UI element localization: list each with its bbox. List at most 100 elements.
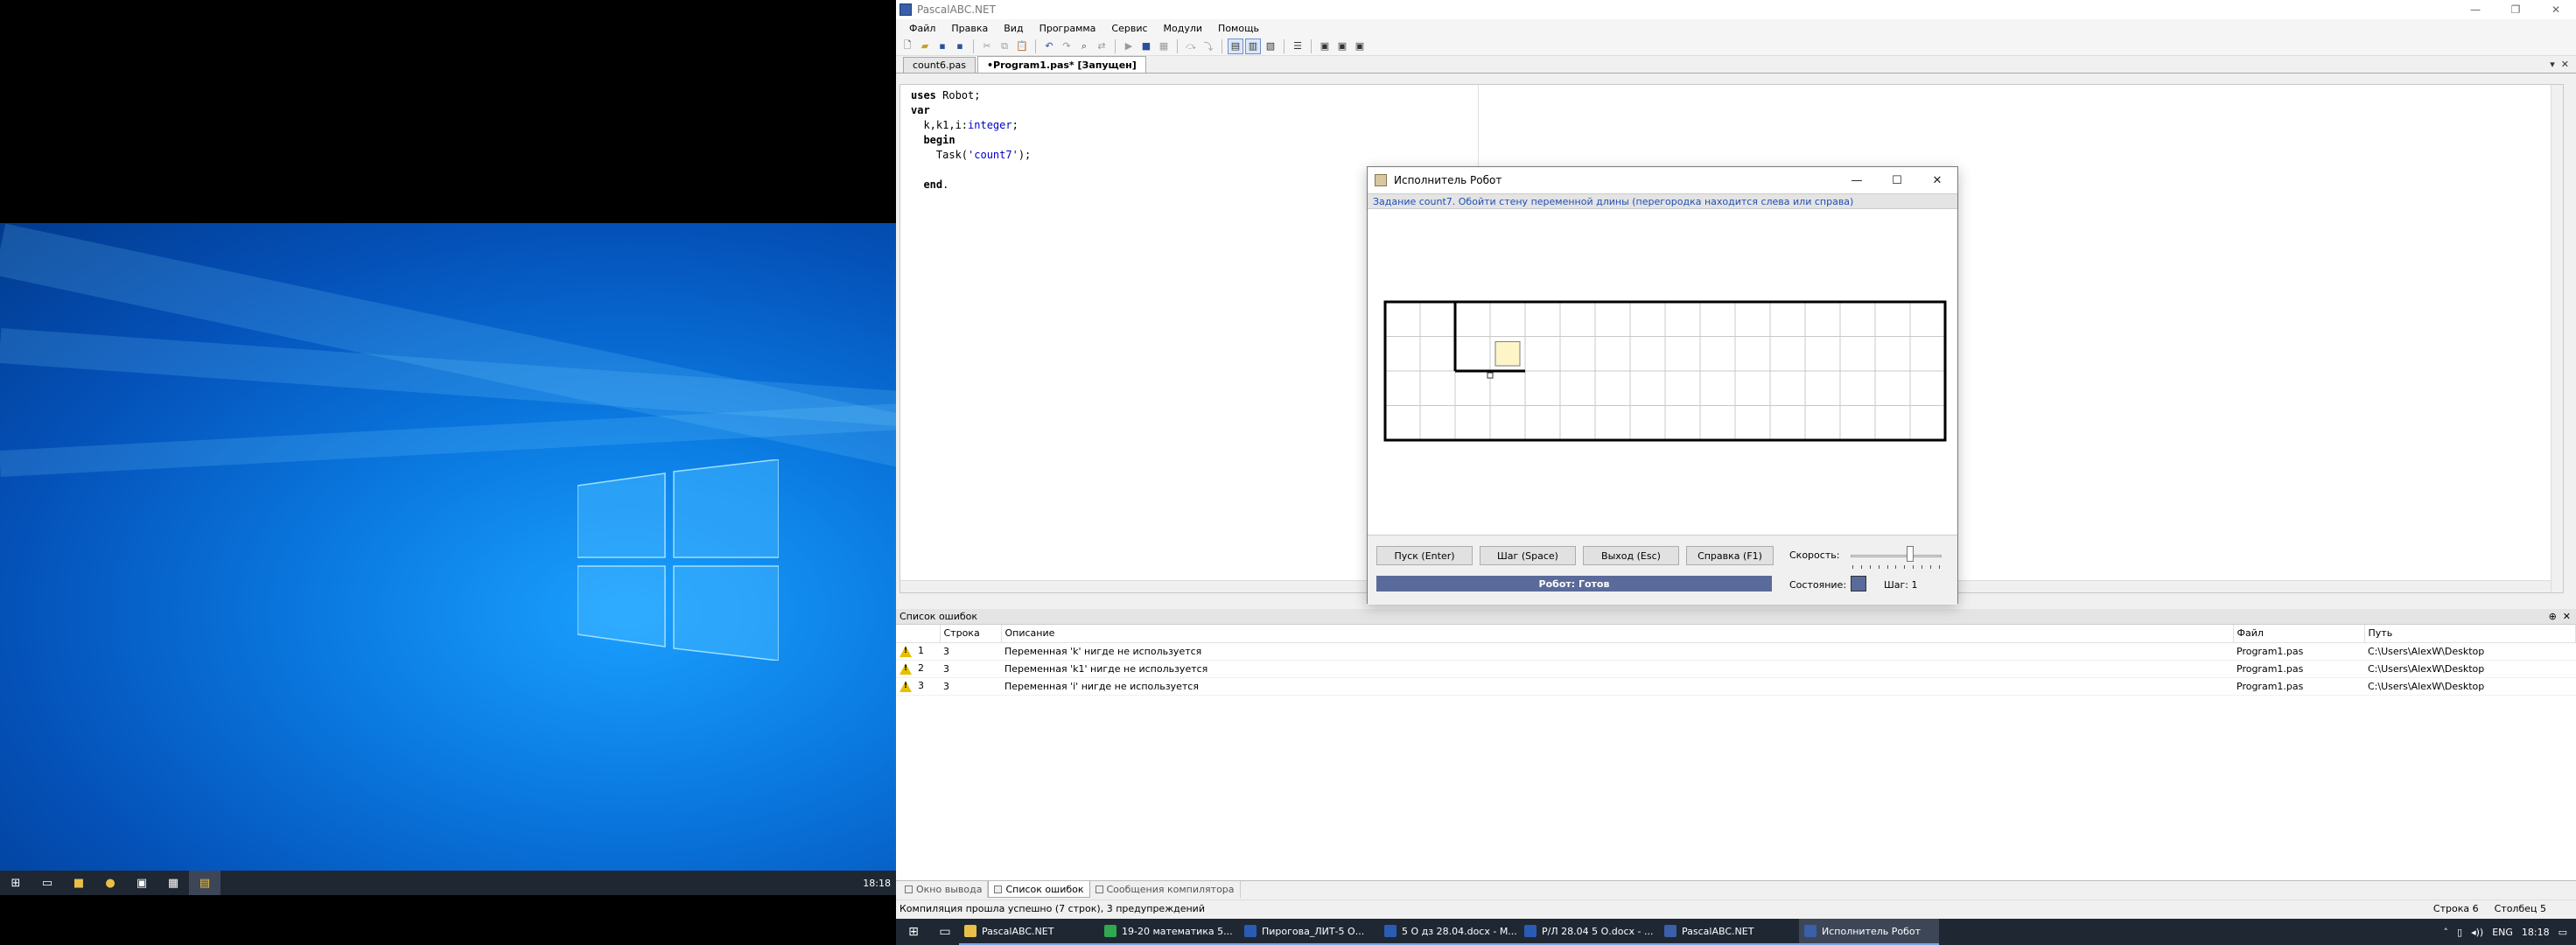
taskbar-item[interactable]: PascalABC.NET	[1659, 919, 1799, 945]
copy-icon[interactable]: ⧉	[997, 38, 1012, 54]
taskbar-app-icon	[1524, 925, 1536, 937]
col-line[interactable]: Строка	[940, 625, 1002, 643]
window-c-icon[interactable]: ▣	[1352, 38, 1368, 54]
tab-output-window[interactable]: Окно вывода	[900, 881, 989, 898]
save-all-icon[interactable]: ▪	[952, 38, 968, 54]
table-row[interactable]: 2 3 Переменная 'k1' нигде не используетс…	[896, 660, 2576, 678]
stop-icon[interactable]: ■	[1138, 38, 1154, 54]
table-row[interactable]: 3 3 Переменная 'i' нигде не используется…	[896, 677, 2576, 696]
taskbar-item[interactable]: Р/Л 28.04 5 О.docx - ...	[1519, 919, 1659, 945]
notifications-icon[interactable]: ▭	[2558, 927, 2567, 938]
taskbar-item-label: PascalABC.NET	[982, 925, 1054, 937]
start-icon[interactable]: ⊞	[0, 871, 32, 895]
menu-edit[interactable]: Правка	[943, 23, 996, 34]
tray-chevron-icon[interactable]: ˄	[2444, 927, 2449, 938]
run-icon[interactable]: ▶	[1121, 38, 1137, 54]
document-tabs: count6.pas •Program1.pas* [Запущен] ▾ ✕	[896, 56, 2576, 74]
table-row[interactable]: 1 3 Переменная 'k' нигде не используется…	[896, 642, 2576, 661]
exit-button[interactable]: Выход (Esc)	[1583, 546, 1679, 565]
step-into-icon[interactable]: ⤵	[1200, 38, 1216, 54]
col-description[interactable]: Описание	[1001, 625, 2234, 643]
col-path[interactable]: Путь	[2364, 625, 2576, 643]
robot-maximize-icon[interactable]: ☐	[1877, 167, 1917, 193]
robot-controls: Пуск (Enter) Шаг (Space) Выход (Esc) Спр…	[1368, 535, 1957, 605]
tab-program1[interactable]: •Program1.pas* [Запущен]	[976, 56, 1146, 73]
window-icon[interactable]: ▣	[126, 871, 158, 895]
volume-icon[interactable]: ◂))	[2471, 927, 2483, 938]
save-icon[interactable]: ▪	[934, 38, 950, 54]
find-icon[interactable]: ⌕	[1076, 38, 1092, 54]
app-icon[interactable]: ▦	[158, 871, 189, 895]
toggle-output-icon[interactable]: ▤	[1228, 38, 1243, 54]
window-b-icon[interactable]: ▣	[1334, 38, 1350, 54]
restore-icon[interactable]: ❐	[2496, 0, 2536, 19]
code-line-5: Task('count7');	[911, 149, 1032, 161]
cut-icon[interactable]: ✂	[979, 38, 995, 54]
paste-icon[interactable]: 📋	[1014, 38, 1030, 54]
close-icon[interactable]: ✕	[2536, 0, 2576, 19]
code-line-7: end.	[923, 178, 949, 191]
status-col: Столбец 5	[2494, 903, 2546, 914]
speed-slider[interactable]	[1851, 555, 1942, 557]
code-line-2: var	[911, 104, 930, 116]
robot-close-icon[interactable]: ✕	[1917, 167, 1957, 193]
code-line-1: uses Robot;	[911, 89, 981, 102]
robot-title: Исполнитель Робот	[1394, 174, 1502, 186]
new-file-icon[interactable]: 🗋	[900, 38, 915, 54]
menu-service[interactable]: Сервис	[1103, 23, 1155, 34]
tab-error-list[interactable]: Список ошибок	[988, 881, 1090, 898]
tab-menu-icon[interactable]: ▾ ✕	[2550, 59, 2569, 70]
warning-icon	[900, 680, 912, 692]
pascal-icon[interactable]: ▤	[189, 871, 220, 895]
open-file-icon[interactable]: ▰	[917, 38, 933, 54]
task-view-icon[interactable]: ▭	[931, 919, 959, 945]
col-number[interactable]	[896, 625, 941, 643]
editor-vertical-scrollbar[interactable]	[2551, 85, 2563, 592]
redo-icon[interactable]: ↷	[1059, 38, 1074, 54]
replace-icon[interactable]: ⇄	[1094, 38, 1110, 54]
compile-icon[interactable]: ▦	[1156, 38, 1172, 54]
menu-file[interactable]: Файл	[901, 23, 943, 34]
output-window-icon	[905, 886, 913, 893]
code-text[interactable]: uses Robot; var k,k1,i:integer; begin Ta…	[911, 88, 1031, 192]
toggle-compiler-icon[interactable]: ▧	[1263, 38, 1278, 54]
minimize-icon[interactable]: —	[2455, 0, 2496, 19]
step-button[interactable]: Шаг (Space)	[1480, 546, 1576, 565]
language-indicator[interactable]: ENG	[2492, 927, 2513, 938]
system-tray: ˄ ▯ ◂)) ENG 18:18 ▭	[2444, 927, 2576, 938]
speed-slider-thumb[interactable]	[1906, 546, 1914, 562]
taskbar-item[interactable]: PascalABC.NET	[959, 919, 1099, 945]
taskbar-item[interactable]: 5 О дз 28.04.docx - M...	[1379, 919, 1519, 945]
robot-marker	[1494, 340, 1521, 367]
menu-program[interactable]: Программа	[1032, 23, 1104, 34]
step-over-icon[interactable]: ⤼	[1183, 38, 1199, 54]
menu-modules[interactable]: Модули	[1156, 23, 1211, 34]
col-file[interactable]: Файл	[2233, 625, 2365, 643]
file-explorer-icon[interactable]: ■	[63, 871, 94, 895]
tab-count6[interactable]: count6.pas	[903, 57, 976, 73]
undo-icon[interactable]: ↶	[1041, 38, 1057, 54]
desktop-wallpaper	[0, 223, 896, 871]
network-icon[interactable]: ▯	[2457, 927, 2462, 938]
menu-view[interactable]: Вид	[996, 23, 1031, 34]
help-button[interactable]: Справка (F1)	[1686, 546, 1774, 565]
start-icon[interactable]: ⊞	[896, 919, 931, 945]
taskbar-item[interactable]: Пирогова_ЛИТ-5 О...	[1239, 919, 1379, 945]
window-a-icon[interactable]: ▣	[1317, 38, 1333, 54]
format-icon[interactable]: ☰	[1290, 38, 1306, 54]
toggle-errors-icon[interactable]: ▥	[1245, 38, 1261, 54]
panel-pin-close-icon[interactable]: ⊕ ✕	[2549, 611, 2576, 622]
taskbar-app-icon	[1804, 925, 1816, 937]
robot-minimize-icon[interactable]: —	[1837, 167, 1877, 193]
menu-help[interactable]: Помощь	[1210, 23, 1267, 34]
taskbar-app-icon	[1244, 925, 1256, 937]
state-label: Состояние:	[1789, 579, 1847, 591]
taskbar-item[interactable]: Исполнитель Робот	[1799, 919, 1939, 945]
windows-logo	[577, 458, 780, 662]
clock[interactable]: 18:18	[2522, 927, 2550, 938]
taskbar-item[interactable]: 19-20 математика 5...	[1099, 919, 1239, 945]
task-view-icon[interactable]: ▭	[32, 871, 63, 895]
tab-compiler-messages[interactable]: Сообщения компилятора	[1090, 881, 1241, 898]
run-button[interactable]: Пуск (Enter)	[1376, 546, 1473, 565]
chrome-icon[interactable]: ●	[94, 871, 126, 895]
